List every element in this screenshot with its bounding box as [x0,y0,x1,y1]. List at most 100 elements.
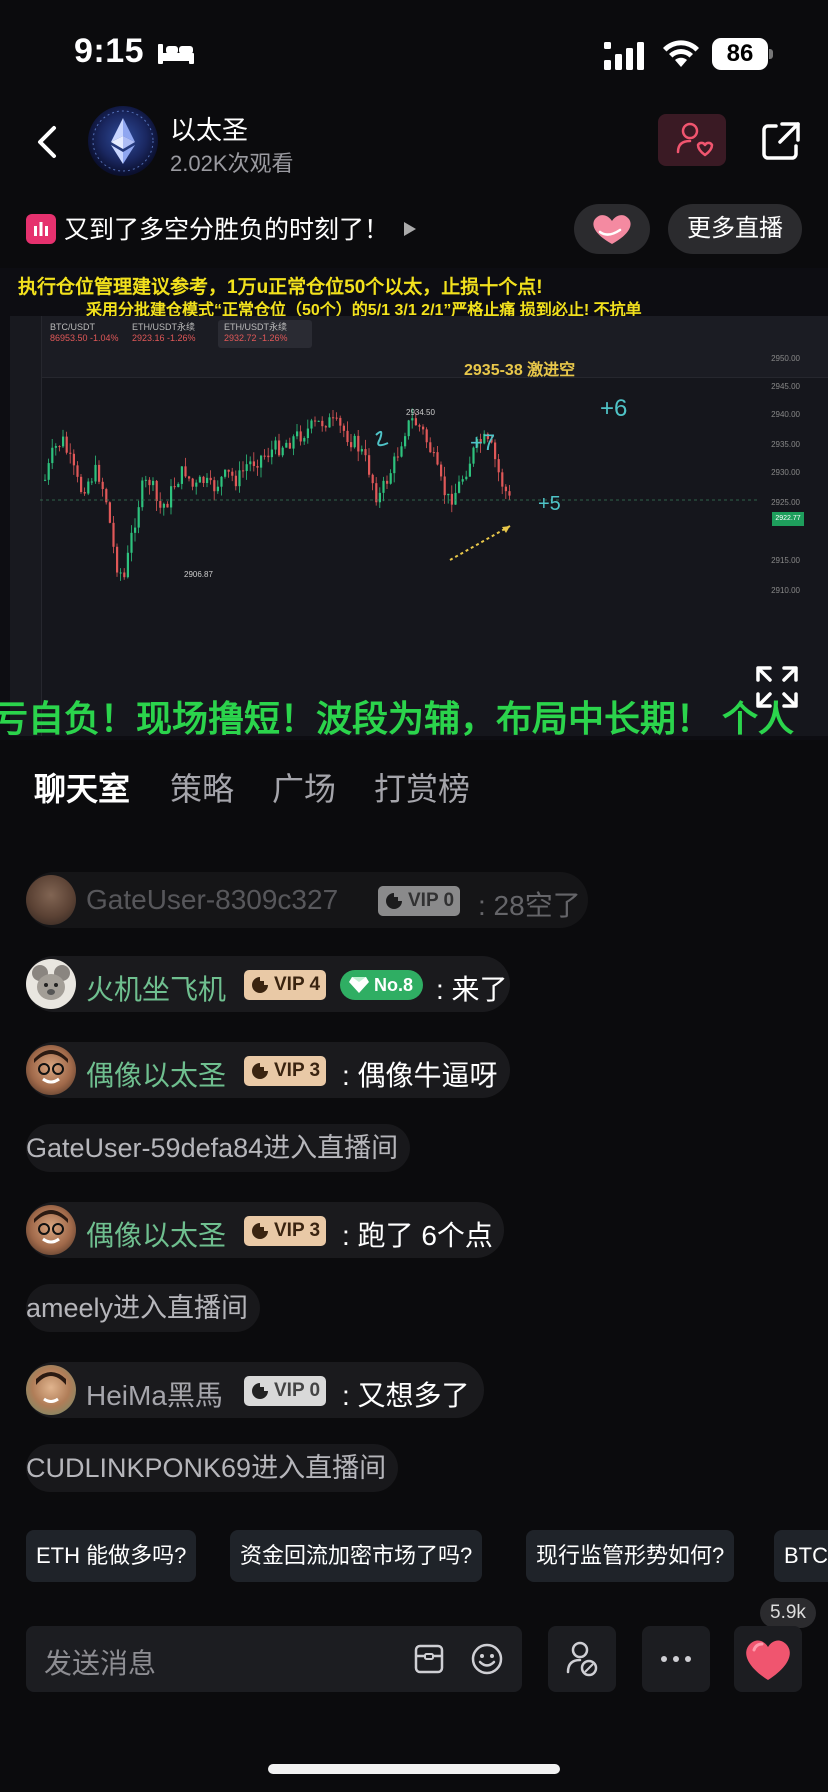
chat-message: 偶像以太圣 VIP 3 : 偶像牛逼呀 [26,1042,510,1098]
candle-body [418,425,421,427]
annotation-plus-five: +5 [538,493,561,515]
user-settings-button[interactable] [548,1626,616,1692]
candle-body [126,552,129,578]
candle-body [288,442,291,449]
candle-body [159,501,162,508]
suggestion-chip[interactable]: 资金回流加密市场了吗? [230,1530,483,1582]
candle-body [440,464,443,477]
vip-badge: VIP 3 [244,1216,327,1246]
candle-body [443,476,446,496]
username[interactable]: HeiMa黑馬 [86,1374,223,1414]
candle-body [465,476,468,480]
candle-body [353,435,356,448]
user-avatar[interactable] [26,959,76,1009]
candle-body [306,428,309,439]
candle-body [170,486,173,508]
message-input-placeholder: 发送消息 [44,1648,157,1679]
candlestick-chart: +7 +5 +6 [40,395,760,581]
candle-body [87,481,90,494]
candle-body [72,453,75,466]
wifi-icon [663,40,699,67]
candle-body [173,486,176,488]
candle-body [137,507,140,528]
suggestion-chip[interactable]: BTC [774,1530,828,1582]
candle-body [180,466,183,484]
candle-body [141,480,144,508]
tab-chatroom[interactable]: 聊天室 [34,764,130,810]
annotation-stroke [375,430,389,447]
candle-body [238,470,241,487]
clipboard-icon[interactable] [412,1642,446,1676]
share-icon[interactable] [758,118,804,164]
candle-body [342,425,345,431]
emoji-icon[interactable] [470,1642,504,1676]
username[interactable]: 火机坐飞机 [86,968,226,1008]
axis-tick: 2945.00 [771,382,800,391]
home-indicator [268,1764,560,1774]
channel-avatar[interactable] [88,106,158,176]
candle-body [368,455,371,475]
candle-body [51,447,54,464]
follow-user-heart-icon [676,122,714,157]
more-options-button[interactable] [642,1626,710,1692]
user-avatar[interactable] [26,875,76,925]
video-banner-line1: 执行仓位管理建议参考，1万u正常仓位50个以太，止损十个点! [18,277,543,298]
gift-heart-button[interactable] [574,204,650,254]
candle-body [152,480,155,486]
candle-body [130,532,133,553]
like-button[interactable] [734,1626,802,1692]
candle-body [396,456,399,458]
follow-button[interactable] [658,114,726,166]
current-price-tag: 2922.77 [772,512,804,526]
candle-body [213,480,216,492]
candle-body [468,463,471,477]
candle-body [94,464,97,482]
fullscreen-icon[interactable] [754,664,800,710]
glasses-man-avatar-icon [34,1050,68,1084]
live-header: 以太圣 2.02K次观看 [0,100,828,200]
username[interactable]: 偶像以太圣 [86,1214,226,1254]
candle-body [328,417,331,428]
gate-logo-icon [252,1223,268,1239]
candle-body [58,446,61,448]
username[interactable]: 偶像以太圣 [86,1054,226,1094]
candle-body [162,503,165,508]
battery-tip [769,49,773,59]
candle-body [321,420,324,427]
user-avatar[interactable] [26,1205,76,1255]
live-video-player[interactable]: 执行仓位管理建议参考，1万u正常仓位50个以太，止损十个点! 采用分批建仓模式“… [0,268,828,740]
candle-body [234,475,237,487]
more-live-button[interactable]: 更多直播 [668,204,802,254]
candle-body [371,474,374,484]
username[interactable]: GateUser-8309c327 [86,884,338,916]
tab-square[interactable]: 广场 [272,764,336,810]
tab-tip-ranking[interactable]: 打赏榜 [374,764,470,810]
candle-body [245,464,248,472]
vip-badge: VIP 4 [244,970,327,1000]
candle-body [54,446,57,448]
message-input[interactable]: 发送消息 [26,1626,522,1692]
gate-logo-icon [252,1383,268,1399]
chat-message: HeiMa黑馬 VIP 0 : 又想多了 [26,1362,484,1418]
axis-tick: 2940.00 [771,410,800,419]
candle-body [501,472,504,487]
suggestion-chip[interactable]: 现行监管形势如何? [526,1530,735,1582]
suggestion-chip[interactable]: ETH 能做多吗? [26,1530,197,1582]
candle-body [188,476,191,479]
back-arrow-icon[interactable] [28,122,68,162]
candle-body [278,440,281,456]
candle-body [422,426,425,430]
message-text: : 来了 [436,974,508,1005]
candle-body [299,431,302,442]
tab-strategy[interactable]: 策略 [170,764,234,810]
candle-body [429,442,432,453]
candle-body [112,522,115,547]
chart-annotation: 2935-38 激进空 [464,362,576,379]
user-avatar[interactable] [26,1045,76,1095]
chat-message: 火机坐飞机 VIP 4 No.8 : 来了 [26,956,510,1012]
candle-body [382,480,385,493]
candle-body [108,502,111,523]
user-avatar[interactable] [26,1365,76,1415]
axis-tick: 2950.00 [771,354,800,363]
view-count: 2.02K次观看 [170,151,294,176]
